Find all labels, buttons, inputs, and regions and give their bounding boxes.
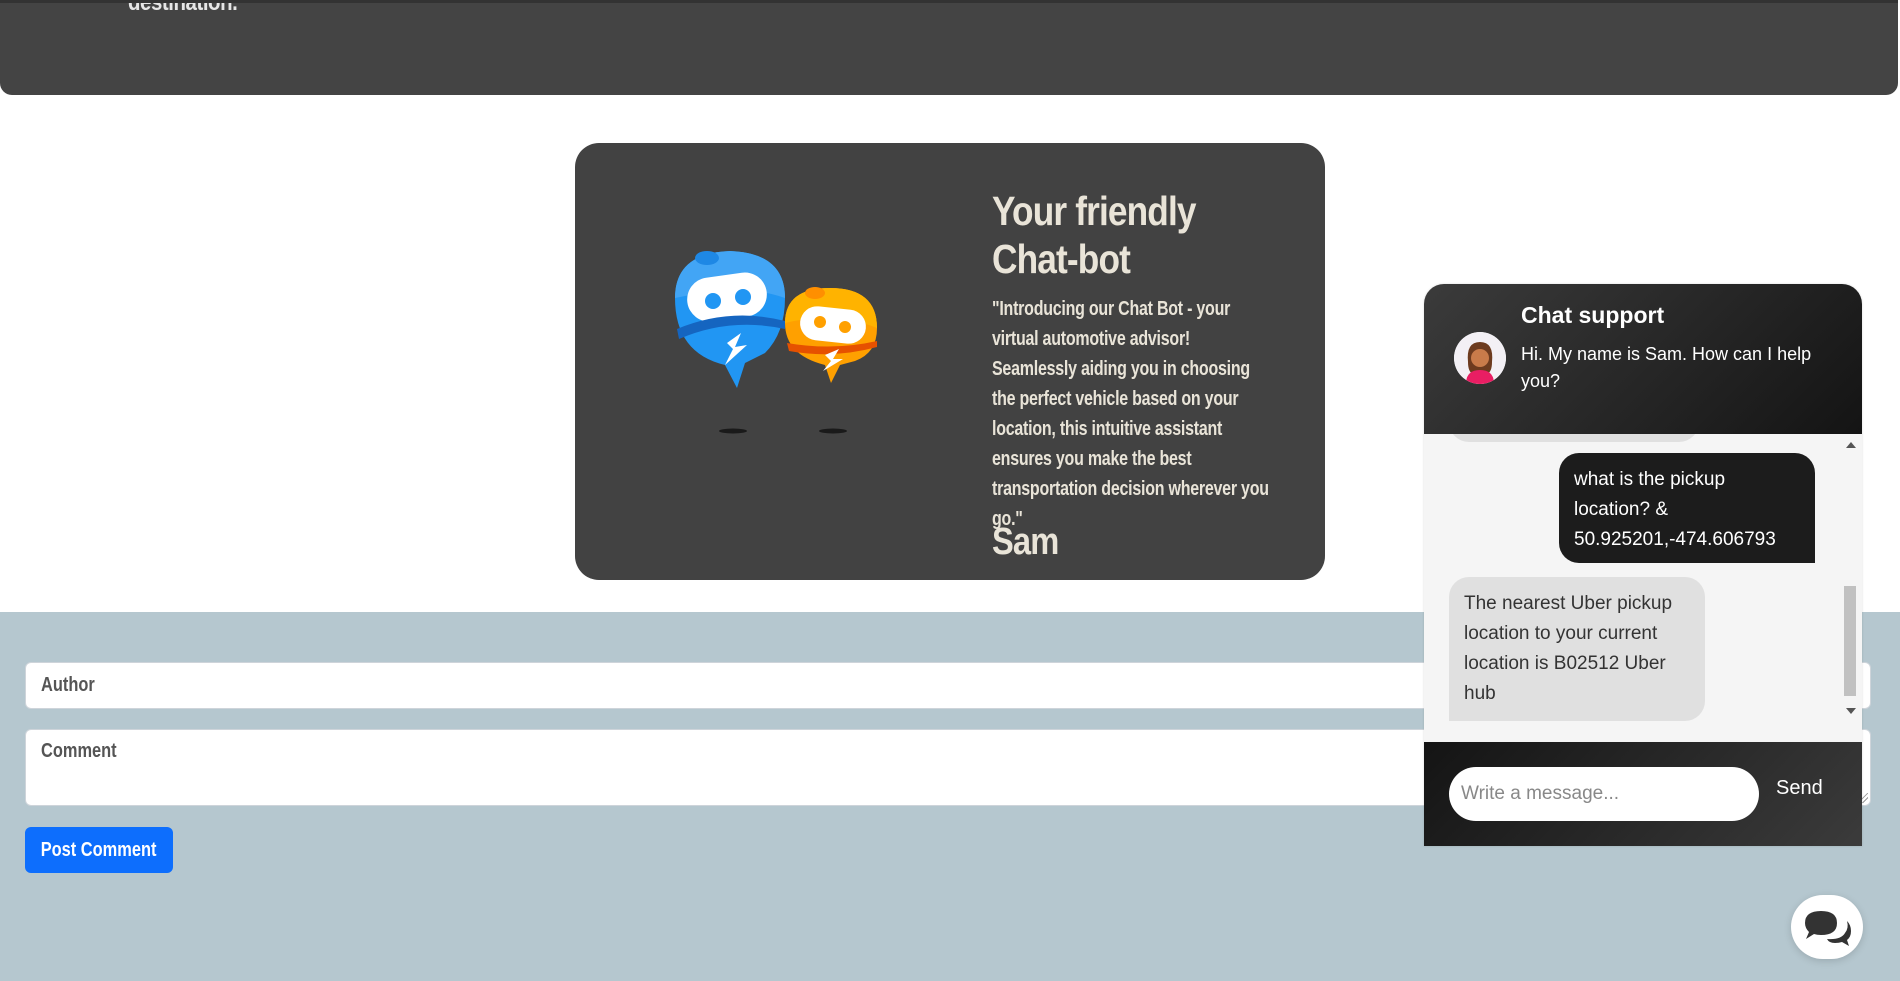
blue-bot-icon	[675, 251, 785, 388]
chat-subtitle: Hi. My name is Sam. How can I help you?	[1521, 344, 1812, 391]
card-title: Your friendly Chat-bot	[992, 188, 1197, 282]
chat-footer: Send	[1424, 742, 1862, 846]
bot-message: The nearest Uber pickup location to your…	[1449, 577, 1705, 721]
message-input[interactable]	[1449, 767, 1759, 821]
chat-scrollbar[interactable]	[1842, 434, 1859, 722]
previous-message-bubble	[1449, 434, 1699, 442]
agent-avatar	[1454, 332, 1506, 384]
chat-widget: Chat support Hi. My name is Sam. How can…	[1424, 284, 1862, 846]
chat-header: Chat support Hi. My name is Sam. How can…	[1424, 284, 1862, 434]
post-comment-label: Post Comment	[41, 838, 157, 861]
banner-text: destination.	[128, 0, 238, 16]
card-quote: "Introducing our Chat Bot - your virtual…	[992, 298, 1269, 530]
post-comment-button[interactable]: Post Comment	[25, 827, 173, 873]
chatbot-intro-card: Your friendly Chat-bot "Introducing our …	[575, 143, 1325, 580]
top-banner: destination.	[0, 0, 1898, 95]
scroll-up-icon[interactable]	[1846, 442, 1856, 448]
chatbot-mascots-illustration	[675, 251, 877, 434]
card-author-name: Sam	[992, 521, 1059, 563]
author-placeholder: Author	[41, 674, 95, 696]
chat-title: Chat support	[1521, 302, 1665, 328]
chat-bubbles-icon	[1805, 911, 1851, 946]
scroll-thumb[interactable]	[1844, 586, 1856, 696]
scroll-down-icon[interactable]	[1846, 708, 1856, 714]
user-message: what is the pickup location? & 50.925201…	[1559, 453, 1815, 563]
chat-messages[interactable]: what is the pickup location? & 50.925201…	[1424, 434, 1862, 722]
chat-launcher-button[interactable]	[1791, 895, 1863, 959]
send-button[interactable]: Send	[1776, 777, 1823, 800]
comment-placeholder: Comment	[41, 740, 117, 762]
orange-bot-icon	[785, 287, 877, 383]
